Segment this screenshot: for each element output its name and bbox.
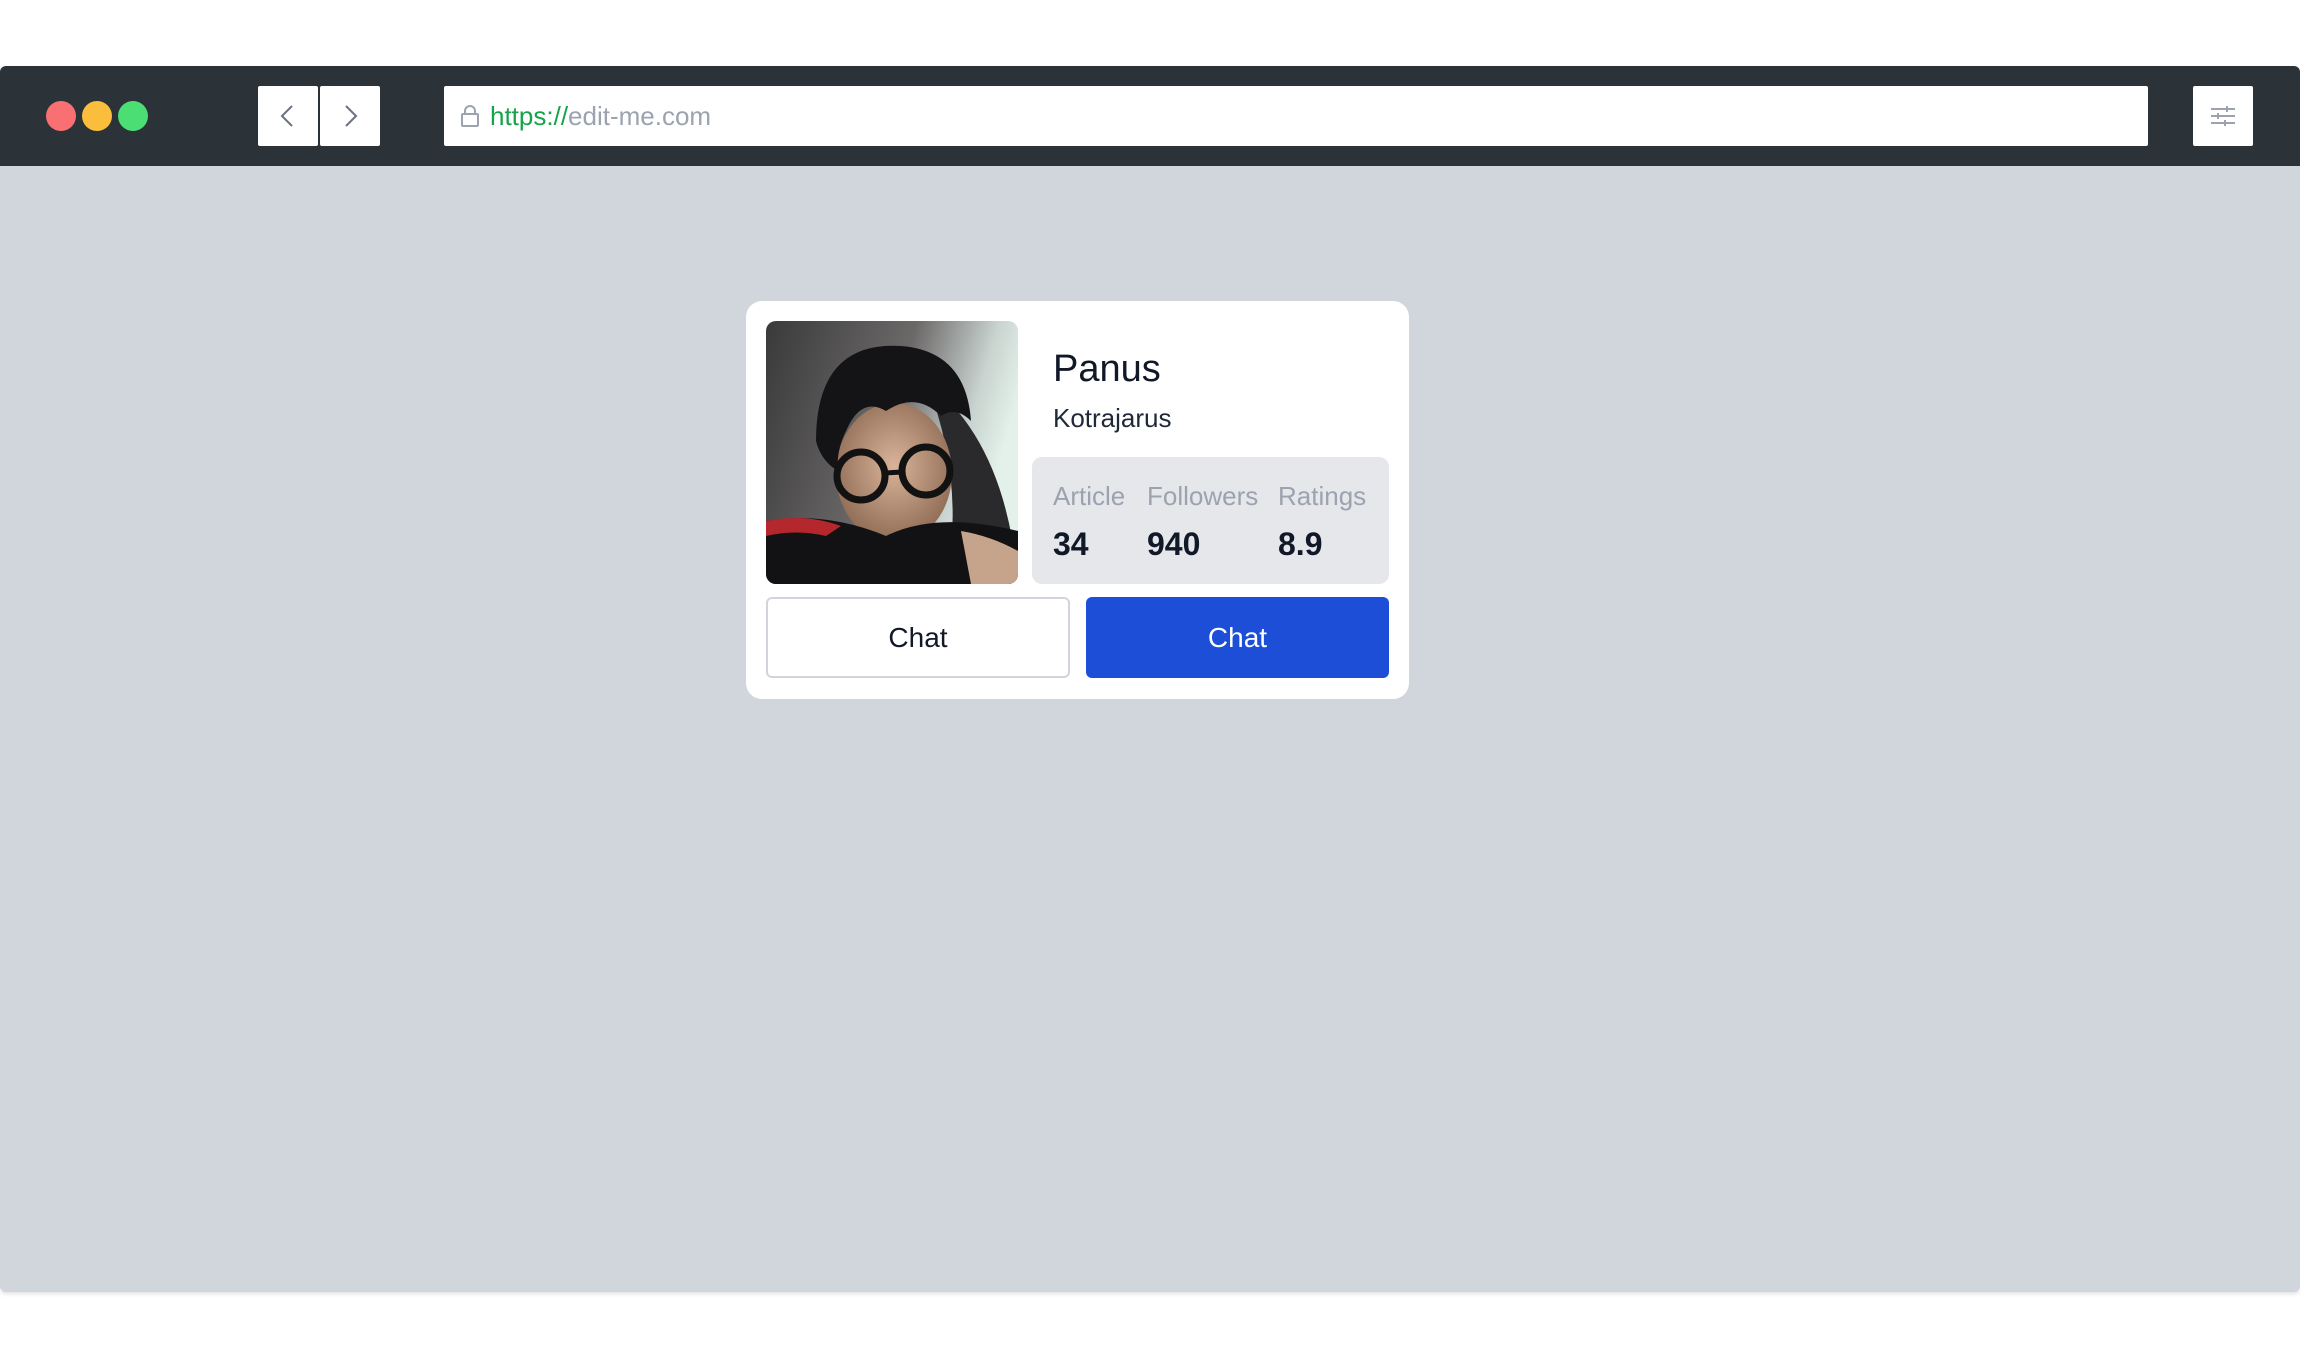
chat-button-primary[interactable]: Chat <box>1086 597 1389 678</box>
sliders-icon <box>2211 106 2235 126</box>
forward-button[interactable] <box>320 86 380 146</box>
stat-value: 34 <box>1053 526 1089 562</box>
browser-toolbar: https://edit-me.com <box>0 66 2300 166</box>
profile-card: Panus Kotrajarus Article 34 Followers 94… <box>746 301 1409 699</box>
stat-article: Article 34 <box>1053 481 1125 563</box>
url-protocol: https:// <box>490 101 569 131</box>
stat-label: Followers <box>1147 481 1259 511</box>
settings-button[interactable] <box>2193 86 2253 146</box>
profile-first-name: Panus <box>1053 348 1161 390</box>
chat-button-secondary[interactable]: Chat <box>766 597 1070 678</box>
browser-window: https://edit-me.com Panus Kotrajarus Art… <box>0 66 2300 1292</box>
chevron-left-icon <box>280 105 293 127</box>
stat-followers: Followers 940 <box>1147 481 1258 563</box>
address-bar[interactable]: https://edit-me.com <box>444 86 2148 146</box>
stat-value: 8.9 <box>1278 526 1323 562</box>
lock-icon <box>456 100 484 132</box>
stat-label: Article <box>1053 481 1126 511</box>
stat-ratings: Ratings 8.9 <box>1278 481 1366 563</box>
back-button[interactable] <box>258 86 318 146</box>
url-text: https://edit-me.com <box>490 103 711 129</box>
close-window-dot[interactable] <box>46 101 76 131</box>
url-host: edit-me.com <box>568 101 712 131</box>
profile-last-name: Kotrajarus <box>1053 403 1172 433</box>
stat-label: Ratings <box>1278 481 1367 511</box>
maximize-window-dot[interactable] <box>118 101 148 131</box>
profile-photo <box>766 321 1018 584</box>
stat-value: 940 <box>1147 526 1201 562</box>
chevron-right-icon <box>345 105 358 127</box>
stats-panel: Article 34 Followers 940 Ratings 8.9 <box>1032 457 1389 584</box>
minimize-window-dot[interactable] <box>82 101 112 131</box>
